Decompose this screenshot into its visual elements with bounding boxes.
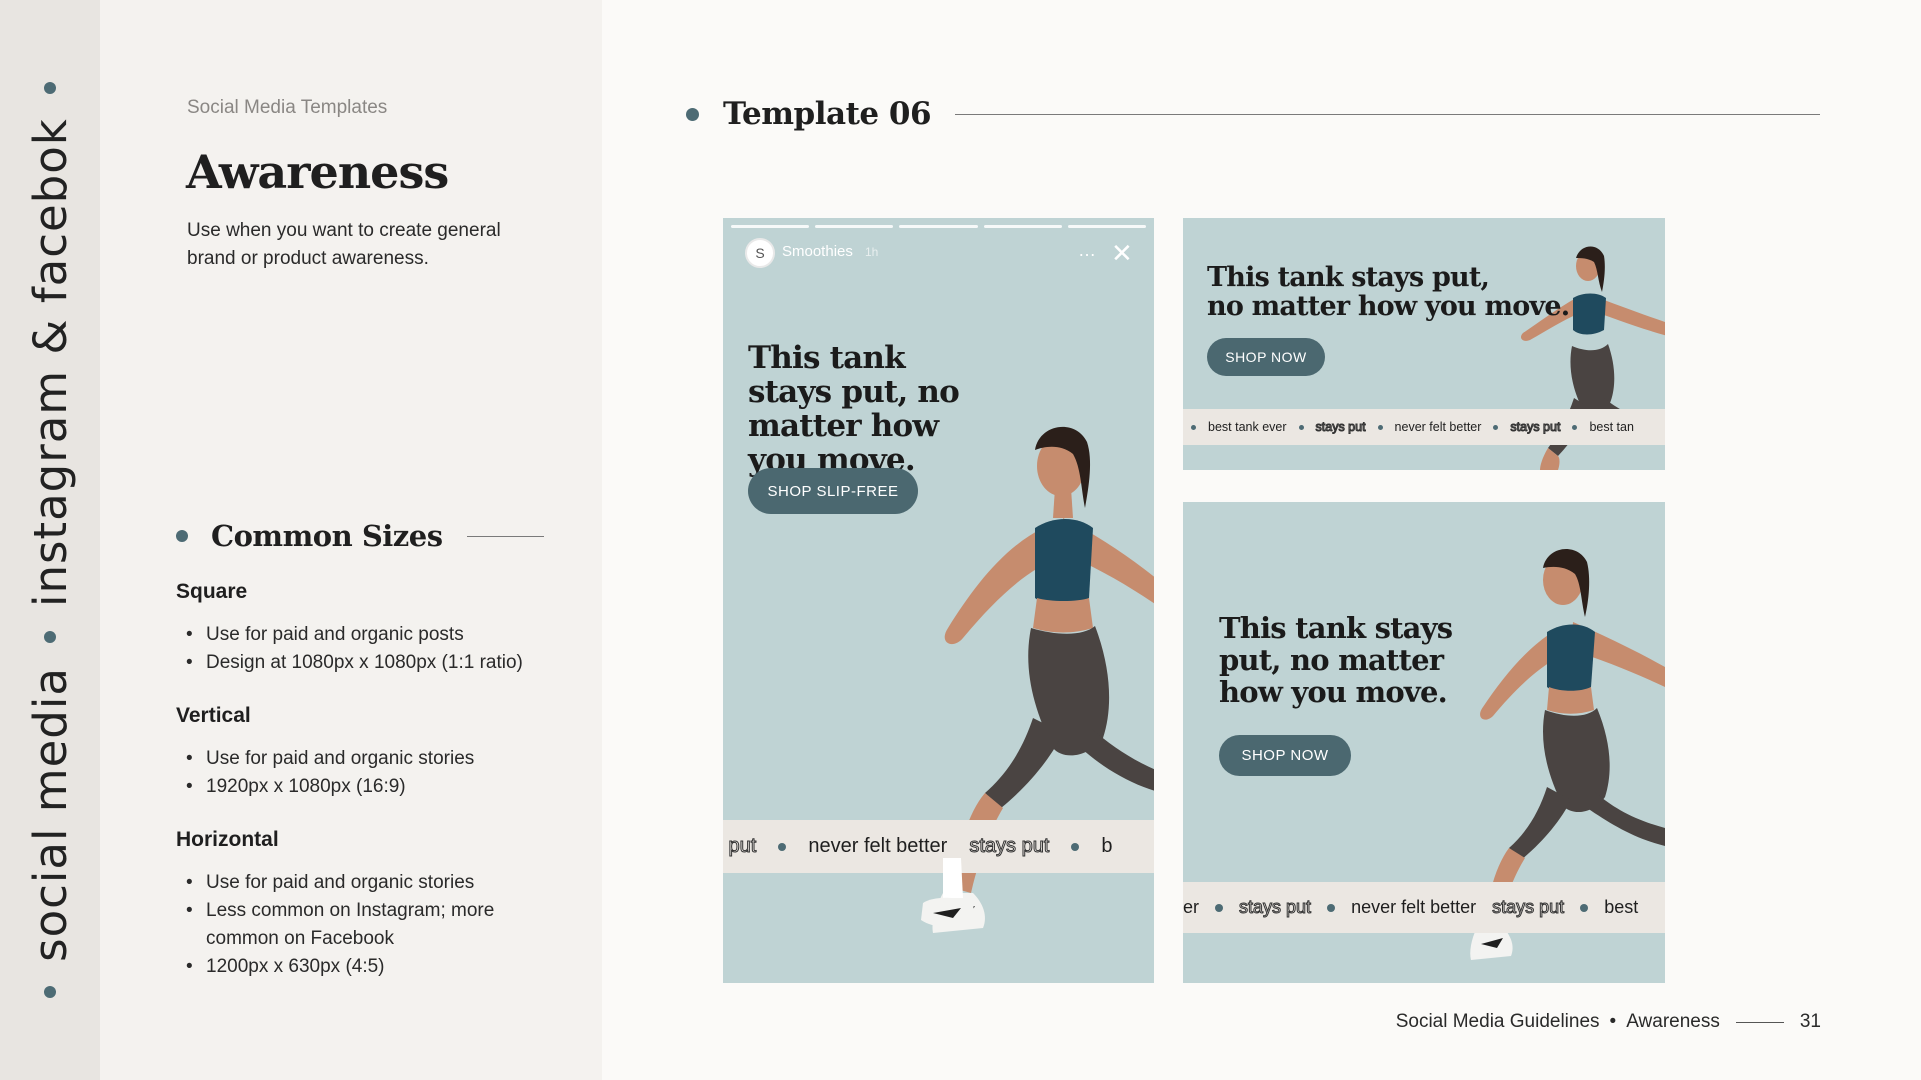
square-template-card: This tank stays put, no matter how you m… xyxy=(1183,502,1665,983)
size-list-square: Use for paid and organic posts Design at… xyxy=(186,621,546,677)
list-item: Use for paid and organic stories xyxy=(186,745,546,773)
template-title: Template 06 xyxy=(723,96,932,132)
size-heading-horizontal: Horizontal xyxy=(176,828,279,851)
ticker-phrase: b xyxy=(1101,835,1113,857)
ticker-phrase: stays put xyxy=(1492,897,1565,918)
story-headline: This tank stays put, no matter how you m… xyxy=(748,340,960,478)
heading-rule xyxy=(955,113,1820,115)
strip-text-instagram-facebook: instagram & facebok xyxy=(23,118,77,608)
page-description: Use when you want to create general bran… xyxy=(187,220,501,269)
headline-line: This tank stays put, xyxy=(1207,262,1490,293)
story-template-card: S Smoothies 1h … ✕ This tank stays put, … xyxy=(723,218,1154,983)
vertical-label: social media instagram & facebok xyxy=(20,82,80,998)
ticker-dot xyxy=(1327,903,1336,912)
progress-segment xyxy=(731,225,810,228)
horizontal-ticker-band: best tank ever stays put never felt bett… xyxy=(1183,409,1665,445)
ticker-phrase: s put xyxy=(723,835,757,858)
square-ticker-band: er stays put never felt better stays put… xyxy=(1183,882,1665,933)
horizontal-headline: This tank stays put, no matter how you m… xyxy=(1207,262,1570,322)
ticker-phrase: stays put xyxy=(1315,420,1366,435)
footer-separator: • xyxy=(1609,1011,1617,1032)
ticker-dot xyxy=(1298,424,1304,430)
square-headline: This tank stays put, no matter how you m… xyxy=(1219,611,1453,709)
list-item: Design at 1080px x 1080px (1:1 ratio) xyxy=(186,649,546,677)
ticker-phrase: best xyxy=(1604,897,1639,917)
sneaker-illustration xyxy=(921,858,975,927)
list-item: Use for paid and organic stories xyxy=(186,869,546,897)
shop-slip-free-button[interactable]: SHOP SLIP-FREE xyxy=(748,468,918,514)
footer-section-name: Awareness xyxy=(1626,1011,1720,1032)
ticker-phrase: stays put xyxy=(1239,897,1312,918)
more-options-icon[interactable]: … xyxy=(1078,240,1097,261)
ticker-dot xyxy=(1493,424,1499,430)
footer-document-title: Social Media Guidelines xyxy=(1395,1011,1600,1032)
page-number: 31 xyxy=(1799,1011,1821,1032)
ticker-phrase: stays put xyxy=(969,835,1050,858)
ticker-phrase: never felt better xyxy=(808,835,948,857)
ticker-dot xyxy=(1377,424,1383,430)
ticker-phrase: best tank ever xyxy=(1208,420,1287,434)
page-title: Awareness xyxy=(186,145,449,199)
ticker-dot xyxy=(1580,903,1589,912)
headline-line: no matter how you move. xyxy=(1207,291,1570,322)
common-sizes-heading: Common Sizes xyxy=(176,518,544,554)
strip-dot-middle xyxy=(44,631,56,644)
ticker-dot xyxy=(1191,424,1196,430)
size-heading-vertical: Vertical xyxy=(176,704,251,727)
bullet-dot xyxy=(176,530,188,542)
strip-text-social-media: social media xyxy=(23,667,77,962)
ticker-dot xyxy=(1071,842,1080,851)
progress-segment xyxy=(815,225,894,228)
story-progress-bar xyxy=(731,225,1147,228)
ticker-dot xyxy=(1572,424,1578,430)
ticker-phrase: best tan xyxy=(1589,420,1634,434)
section-eyebrow: Social Media Templates xyxy=(187,97,388,118)
heading-rule xyxy=(466,535,544,537)
size-list-horizontal: Use for paid and organic stories Less co… xyxy=(186,869,546,981)
size-list-vertical: Use for paid and organic stories 1920px … xyxy=(186,745,546,801)
ticker-dot xyxy=(1215,903,1224,912)
common-sizes-title: Common Sizes xyxy=(211,519,443,553)
list-item: 1200px x 630px (4:5) xyxy=(186,953,546,981)
close-icon[interactable]: ✕ xyxy=(1111,240,1133,266)
ticker-phrase: er xyxy=(1183,897,1200,917)
list-item: 1920px x 1080px (16:9) xyxy=(186,773,546,801)
progress-segment xyxy=(899,225,978,228)
story-timestamp: 1h xyxy=(865,245,879,259)
vertical-sidebar: social media instagram & facebok xyxy=(0,0,100,1080)
ticker-phrase: never felt better xyxy=(1394,420,1482,434)
shop-now-button[interactable]: SHOP NOW xyxy=(1207,338,1325,376)
page-footer: Social Media Guidelines • Awareness 31 xyxy=(1396,1010,1821,1034)
account-name[interactable]: Smoothies xyxy=(782,243,853,260)
progress-segment xyxy=(983,225,1062,228)
horizontal-template-card: This tank stays put, no matter how you m… xyxy=(1183,218,1665,470)
strip-dot-bottom xyxy=(44,985,56,998)
list-item: Use for paid and organic posts xyxy=(186,621,546,649)
template-heading: Template 06 xyxy=(686,94,1820,134)
size-heading-square: Square xyxy=(176,580,248,603)
progress-segment xyxy=(1067,225,1147,228)
ticker-phrase: never felt better xyxy=(1351,897,1477,917)
footer-rule xyxy=(1735,1021,1784,1023)
ticker-phrase: stays put xyxy=(1510,420,1561,435)
ticker-dot xyxy=(778,842,787,851)
list-item: Less common on Instagram; more common on… xyxy=(186,897,546,953)
bullet-dot xyxy=(686,107,699,121)
shop-now-button[interactable]: SHOP NOW xyxy=(1219,735,1351,776)
strip-dot-top xyxy=(44,82,56,95)
account-avatar[interactable]: S xyxy=(745,238,775,268)
